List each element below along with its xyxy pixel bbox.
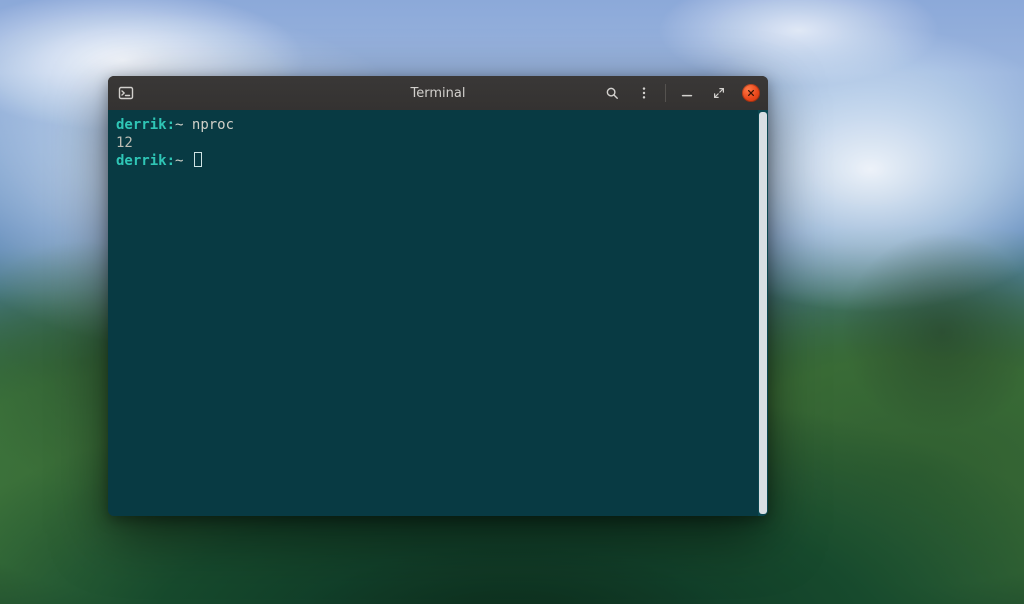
terminal-line: derrik:~	[116, 153, 202, 169]
prompt-path: ~	[175, 117, 183, 133]
cursor	[194, 152, 202, 167]
terminal-icon	[118, 85, 134, 101]
terminal-window: Terminal	[108, 76, 768, 516]
menu-dots-icon[interactable]	[635, 84, 653, 102]
terminal-line: 12	[116, 135, 133, 151]
terminal-line: derrik:~ nproc	[116, 117, 234, 133]
prompt-user: derrik:	[116, 117, 175, 133]
titlebar-separator	[665, 84, 666, 102]
terminal-body[interactable]: derrik:~ nproc 12 derrik:~	[108, 110, 768, 516]
minimize-button[interactable]	[678, 84, 696, 102]
scrollbar-thumb[interactable]	[759, 112, 767, 514]
prompt-path: ~	[175, 153, 183, 169]
prompt-user: derrik:	[116, 153, 175, 169]
terminal-output[interactable]: derrik:~ nproc 12 derrik:~	[108, 110, 758, 516]
scrollbar[interactable]	[758, 110, 768, 516]
close-button[interactable]	[742, 84, 760, 102]
titlebar-actions	[603, 84, 760, 102]
maximize-button[interactable]	[710, 84, 728, 102]
command-text: nproc	[192, 117, 234, 133]
window-titlebar[interactable]: Terminal	[108, 76, 768, 111]
search-icon[interactable]	[603, 84, 621, 102]
output-text: 12	[116, 135, 133, 151]
